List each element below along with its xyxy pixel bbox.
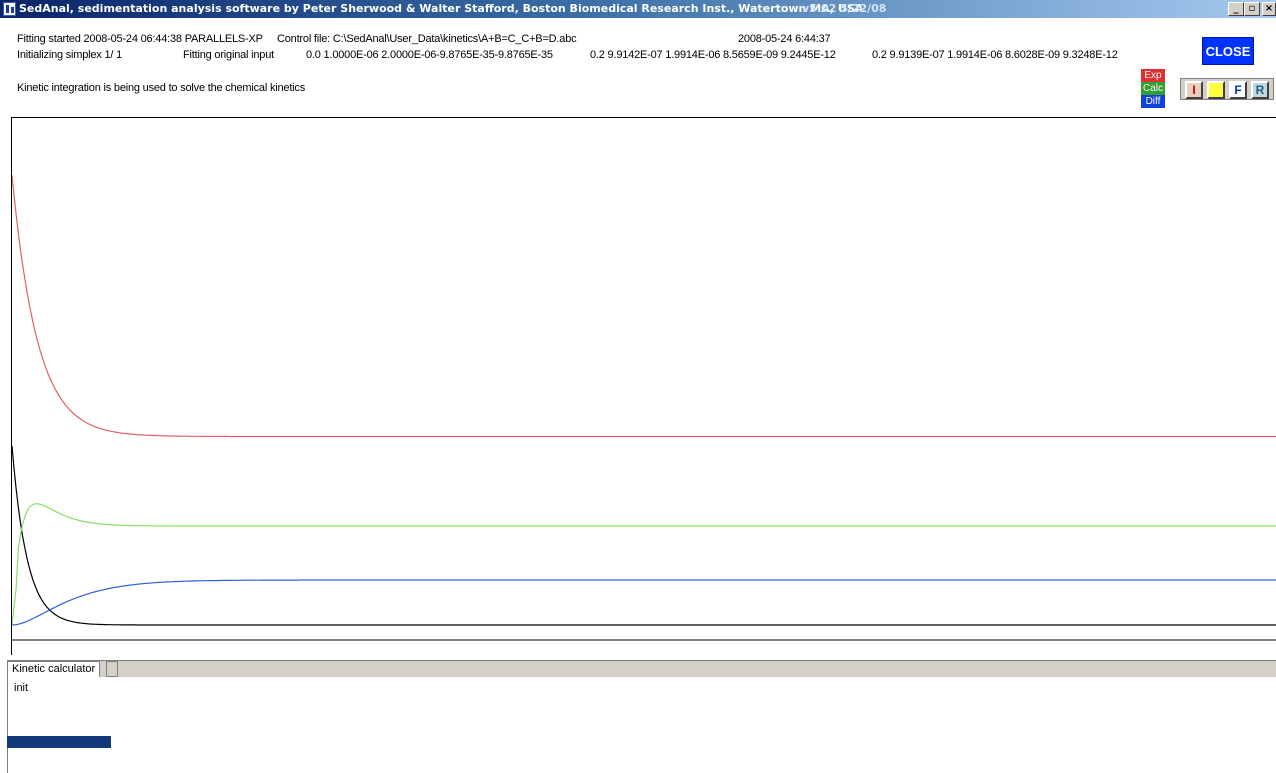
series-line-3 (12, 579, 1276, 626)
tab-kinetic-calculator[interactable]: Kinetic calculator (7, 661, 101, 677)
close-button[interactable]: CLOSE (1202, 37, 1254, 65)
maximize-button[interactable]: ▫ (1244, 2, 1260, 16)
window-title: SedAnal, sedimentation analysis software… (19, 2, 864, 15)
close-window-button[interactable]: × (1262, 2, 1276, 16)
app-icon (3, 2, 16, 16)
legend-exp: Exp (1141, 69, 1165, 82)
minimize-button[interactable]: _ (1228, 2, 1244, 16)
title-bar: SedAnal, sedimentation analysis software… (0, 0, 1276, 18)
params-best: 0.2 9.9139E-07 1.9914E-06 8.6028E-09 9.3… (872, 49, 1118, 61)
version-label: v5.02 5/22/08 (802, 2, 887, 15)
legend-calc: Calc (1141, 82, 1165, 95)
fitting-input-text: Fitting original input (183, 49, 274, 61)
series-line-2 (12, 503, 1276, 626)
yellow-square-icon[interactable] (1207, 81, 1225, 99)
kinetics-chart (12, 174, 1276, 641)
panel-tabstrip: Kinetic calculator (7, 660, 1276, 677)
params-current: 0.2 9.9142E-07 1.9914E-06 8.5659E-09 9.2… (590, 49, 836, 61)
legend-diff: Diff (1141, 95, 1165, 108)
kinetic-calculator-panel (7, 677, 1276, 773)
tool-button-group: I F R (1180, 78, 1274, 100)
f-icon[interactable]: F (1229, 81, 1247, 99)
r-icon[interactable]: R (1251, 81, 1269, 99)
control-file-text: Control file: C:\SedAnal\User_Data\kinet… (277, 33, 577, 45)
kinetics-plot (11, 117, 1276, 655)
series-line-1 (12, 445, 1276, 626)
calculator-output: init (14, 682, 29, 694)
params-initial: 0.0 1.0000E-06 2.0000E-06-9.8765E-35-9.8… (306, 49, 553, 61)
kinetic-message: Kinetic integration is being used to sol… (17, 82, 306, 94)
i-icon[interactable]: I (1185, 81, 1203, 99)
timestamp-text: 2008-05-24 6:44:37 (738, 33, 831, 45)
series-line-0 (12, 174, 1276, 438)
tab-secondary[interactable] (106, 661, 118, 677)
progress-bar (7, 736, 111, 748)
fitting-started-text: Fitting started 2008-05-24 06:44:38 PARA… (17, 33, 263, 45)
initializing-text: Initializing simplex 1/ 1 (17, 49, 123, 61)
